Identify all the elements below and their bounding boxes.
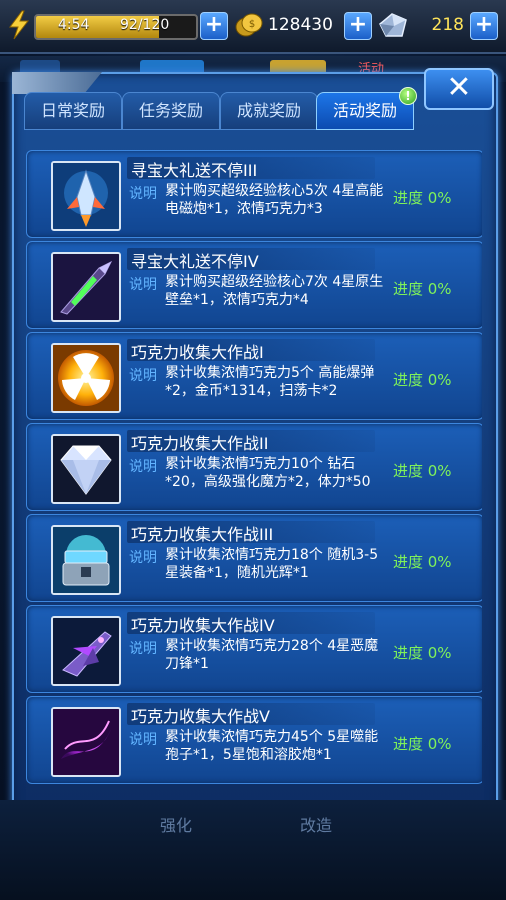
diamond-icon bbox=[51, 434, 121, 504]
reward-item[interactable]: 寻宝大礼送不停IV 说明 累计购买超级经验核心7次 4星原生壁垒*1，浓情巧克力… bbox=[26, 241, 482, 329]
add-coins-button[interactable]: + bbox=[344, 12, 372, 40]
progress-label: 进度 0% bbox=[393, 735, 452, 753]
radiation-bomb-icon bbox=[51, 343, 121, 413]
reward-item[interactable]: 巧克力收集大作战II 说明 累计收集浓情巧克力10个 钻石*20，高级强化魔方*… bbox=[26, 423, 482, 511]
nav-enhance: 强化 bbox=[160, 816, 193, 835]
reward-item[interactable]: 巧克力收集大作战III 说明 累计收集浓情巧克力18个 随机3-5星装备*1，随… bbox=[26, 514, 482, 602]
progress-label: 进度 0% bbox=[393, 280, 452, 298]
rocket-icon bbox=[51, 161, 121, 231]
reward-description: 累计购买超级经验核心5次 4星高能电磁炮*1，浓情巧克力*3 bbox=[165, 183, 384, 217]
reward-item[interactable]: 寻宝大礼送不停III 说明 累计购买超级经验核心5次 4星高能电磁炮*1，浓情巧… bbox=[26, 150, 482, 238]
panel-corner-decoration bbox=[12, 72, 102, 94]
green-fighter-icon bbox=[51, 252, 121, 322]
reward-title: 寻宝大礼送不停III bbox=[131, 161, 258, 180]
bottom-nav bbox=[0, 800, 506, 900]
reward-description: 累计收集浓情巧克力28个 4星恶魔刀锋*1 bbox=[165, 638, 379, 672]
nav-modify: 改造 bbox=[300, 816, 333, 835]
lightning-icon bbox=[9, 10, 30, 40]
progress-label: 进度 0% bbox=[393, 189, 452, 207]
description-label: 说明 bbox=[129, 186, 157, 202]
reward-title: 巧克力收集大作战I bbox=[131, 343, 264, 362]
coin-count: 128430 bbox=[268, 15, 333, 35]
status-bar: 4:54 92/120 + $ 128430 + 218 + bbox=[0, 0, 506, 54]
svg-text:$: $ bbox=[249, 19, 255, 30]
reward-item[interactable]: 巧克力收集大作战I 说明 累计收集浓情巧克力5个 高能爆弹*2，金币*1314，… bbox=[26, 332, 482, 420]
reward-description: 累计收集浓情巧克力10个 钻石*20，高级强化魔方*2，体力*50 bbox=[165, 456, 371, 490]
reward-item[interactable]: 巧克力收集大作战IV 说明 累计收集浓情巧克力28个 4星恶魔刀锋*1 进度 0… bbox=[26, 605, 482, 693]
description-label: 说明 bbox=[129, 641, 157, 657]
reward-description: 累计购买超级经验核心7次 4星原生壁垒*1，浓情巧克力*4 bbox=[165, 274, 384, 308]
description-label: 说明 bbox=[129, 368, 157, 384]
tab-daily-rewards[interactable]: 日常奖励 bbox=[24, 92, 122, 130]
progress-label: 进度 0% bbox=[393, 553, 452, 571]
progress-label: 进度 0% bbox=[393, 371, 452, 389]
glowing-chest-icon bbox=[51, 525, 121, 595]
energy-bar: 4:54 92/120 bbox=[34, 14, 198, 40]
energy-value: 92/120 bbox=[120, 17, 170, 33]
add-energy-button[interactable]: + bbox=[200, 12, 228, 40]
reward-title: 巧克力收集大作战II bbox=[131, 434, 269, 453]
coin-icon: $ bbox=[235, 13, 263, 37]
close-button[interactable]: ✕ bbox=[424, 68, 494, 110]
spore-icon bbox=[51, 707, 121, 777]
tab-achievement-rewards[interactable]: 成就奖励 bbox=[220, 92, 318, 130]
reward-title: 寻宝大礼送不停IV bbox=[131, 252, 259, 271]
reward-item[interactable]: 巧克力收集大作战V 说明 累计收集浓情巧克力45个 5星噬能孢子*1，5星饱和溶… bbox=[26, 696, 482, 784]
description-label: 说明 bbox=[129, 732, 157, 748]
description-label: 说明 bbox=[129, 550, 157, 566]
add-gems-button[interactable]: + bbox=[470, 12, 498, 40]
progress-label: 进度 0% bbox=[393, 644, 452, 662]
alert-badge-icon: ! bbox=[399, 87, 417, 105]
tab-label: 活动奖励 bbox=[332, 101, 397, 120]
reward-title: 巧克力收集大作战III bbox=[131, 525, 274, 544]
description-label: 说明 bbox=[129, 277, 157, 293]
crystal-icon bbox=[379, 13, 407, 37]
description-label: 说明 bbox=[129, 459, 157, 475]
progress-label: 进度 0% bbox=[393, 462, 452, 480]
reward-description: 累计收集浓情巧克力18个 随机3-5星装备*1，随机光辉*1 bbox=[165, 547, 379, 581]
tab-event-rewards[interactable]: 活动奖励 ! bbox=[316, 87, 417, 130]
reward-description: 累计收集浓情巧克力5个 高能爆弹*2，金币*1314，扫荡卡*2 bbox=[165, 365, 375, 399]
gem-count: 218 bbox=[431, 15, 464, 35]
purple-fighter-icon bbox=[51, 616, 121, 686]
energy-timer: 4:54 bbox=[58, 17, 90, 33]
reward-description: 累计收集浓情巧克力45个 5星噬能孢子*1，5星饱和溶胶炮*1 bbox=[165, 729, 379, 763]
tab-task-rewards[interactable]: 任务奖励 bbox=[122, 92, 220, 130]
reward-list[interactable]: 寻宝大礼送不停III 说明 累计购买超级经验核心5次 4星高能电磁炮*1，浓情巧… bbox=[26, 130, 482, 806]
reward-title: 巧克力收集大作战IV bbox=[131, 616, 275, 635]
reward-title: 巧克力收集大作战V bbox=[131, 707, 270, 726]
